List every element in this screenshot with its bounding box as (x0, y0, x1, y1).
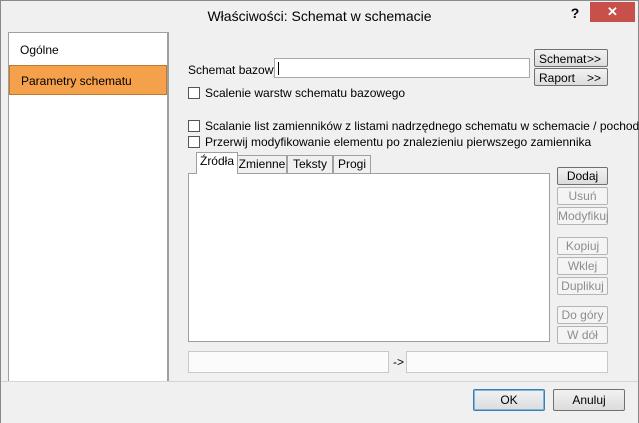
move-down-button[interactable]: W dół (557, 326, 608, 344)
sidebar-item-schema-parameters[interactable]: Parametry schematu (9, 65, 167, 95)
cancel-button[interactable]: Anuluj (553, 389, 625, 411)
sidebar-item-general[interactable]: Ogólne (9, 35, 167, 65)
copy-button[interactable]: Kopiuj (557, 237, 608, 255)
schemat-button[interactable]: Schemat >> (534, 49, 608, 67)
schemat-button-label: Schemat (539, 52, 587, 66)
merge-lists-checkbox[interactable] (188, 120, 200, 132)
help-button[interactable]: ? (561, 3, 589, 23)
sources-list[interactable] (188, 173, 550, 342)
text-cursor (278, 62, 279, 75)
add-button[interactable]: Dodaj (557, 167, 608, 185)
raport-arrows: >> (586, 71, 601, 85)
merge-layers-label: Scalenie warstw schematu bazowego (205, 86, 406, 100)
duplicate-button[interactable]: Duplikuj (557, 277, 608, 295)
stop-modify-checkbox[interactable] (188, 136, 200, 148)
ok-button[interactable]: OK (473, 389, 545, 411)
base-schema-label: Schemat bazowy (188, 63, 280, 77)
dialog-footer: OK Anuluj (1, 381, 638, 423)
mapping-source-field[interactable] (188, 351, 389, 373)
merge-layers-checkbox[interactable] (188, 87, 200, 99)
base-schema-input[interactable] (274, 58, 530, 78)
mapping-target-field[interactable] (406, 351, 608, 373)
modify-button[interactable]: Modyfikuj (557, 207, 609, 225)
merge-lists-label: Scalanie list zamienników z listami nadr… (205, 119, 639, 133)
close-button[interactable]: ✕ (590, 2, 635, 22)
tab-progi[interactable]: Progi (333, 155, 371, 173)
tab-zmienne[interactable]: Zmienne (237, 155, 287, 173)
stop-modify-label: Przerwij modyfikowanie elementu po znale… (205, 135, 592, 149)
tab-teksty[interactable]: Teksty (287, 155, 333, 173)
schemat-arrows: >> (586, 52, 601, 66)
sidebar: Ogólne Parametry schematu (8, 32, 168, 383)
window-title: Właściwości: Schemat w schemacie (207, 8, 432, 24)
title-bar: Właściwości: Schemat w schemacie ? ✕ (1, 1, 638, 31)
paste-button[interactable]: Wklej (557, 257, 608, 275)
tab-zrodla[interactable]: Źródła (196, 152, 238, 174)
delete-button[interactable]: Usuń (557, 187, 608, 205)
sidebar-divider (168, 32, 169, 382)
move-up-button[interactable]: Do góry (557, 306, 608, 324)
raport-button-label: Raport (539, 71, 576, 85)
properties-dialog: Właściwości: Schemat w schemacie ? ✕ Ogó… (0, 0, 639, 423)
mapping-arrow: -> (393, 355, 405, 369)
raport-button[interactable]: Raport >> (534, 68, 608, 86)
